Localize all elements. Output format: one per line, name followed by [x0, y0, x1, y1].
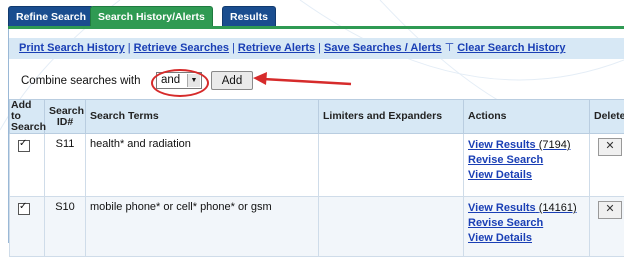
result-count: (14161)	[539, 202, 577, 214]
delete-button[interactable]: ✕	[598, 138, 622, 156]
table-row: S10 mobile phone* or cell* phone* or gsm…	[10, 197, 624, 257]
save-searches-alerts-link[interactable]: Save Searches / Alerts	[324, 42, 442, 54]
retrieve-searches-link[interactable]: Retrieve Searches	[134, 42, 229, 54]
delete-cell: ✕	[590, 197, 624, 257]
actions-cell: View Results (14161) Revise Search View …	[464, 197, 590, 257]
delete-cell: ✕	[590, 134, 624, 197]
search-history-table: Add to Search Search ID# Search Terms Li…	[9, 99, 624, 257]
limiters-expanders	[319, 197, 464, 257]
header-search-id: Search ID#	[45, 100, 86, 134]
search-terms: mobile phone* or cell* phone* or gsm	[86, 197, 319, 257]
link-separator: |	[125, 42, 134, 54]
view-results-link[interactable]: View Results (7194)	[468, 138, 585, 153]
annotation-circle	[151, 69, 209, 97]
combine-searches-label: Combine searches with	[21, 75, 141, 87]
add-to-search-cell	[10, 134, 45, 197]
revise-search-link[interactable]: Revise Search	[468, 153, 585, 168]
retrieve-alerts-link[interactable]: Retrieve Alerts	[238, 42, 315, 54]
add-to-search-checkbox[interactable]	[18, 203, 30, 215]
annotation-arrow-icon	[253, 71, 353, 95]
header-delete: Delete	[590, 100, 624, 134]
actions-cell: View Results (7194) Revise Search View D…	[464, 134, 590, 197]
tab-refine-search[interactable]: Refine Search	[8, 6, 94, 26]
link-separator: |	[229, 42, 238, 54]
search-history-panel: Print Search History|Retrieve Searches|R…	[8, 29, 624, 243]
header-actions: Actions	[464, 100, 590, 134]
header-add-to-search: Add to Search	[10, 100, 45, 134]
revise-search-link[interactable]: Revise Search	[468, 216, 585, 231]
view-details-link[interactable]: View Details	[468, 168, 585, 183]
search-id: S11	[45, 134, 86, 197]
table-row: S11 health* and radiation View Results (…	[10, 134, 624, 197]
search-id: S10	[45, 197, 86, 257]
view-results-label: View Results	[468, 139, 536, 151]
clear-search-history-link[interactable]: Clear Search History	[457, 42, 565, 54]
header-search-terms: Search Terms	[86, 100, 319, 134]
add-to-search-cell	[10, 197, 45, 257]
search-terms: health* and radiation	[86, 134, 319, 197]
tab-bar: Refine Search Search History/Alerts Resu…	[8, 6, 624, 28]
table-header-row: Add to Search Search ID# Search Terms Li…	[10, 100, 624, 134]
view-results-link[interactable]: View Results (14161)	[468, 201, 585, 216]
header-limiters-expanders: Limiters and Expanders	[319, 100, 464, 134]
view-details-link[interactable]: View Details	[468, 231, 585, 246]
link-separator: |	[315, 42, 324, 54]
delete-button[interactable]: ✕	[598, 201, 622, 219]
link-separator: ⊤	[442, 42, 458, 54]
result-count: (7194)	[539, 139, 571, 151]
view-results-label: View Results	[468, 202, 536, 214]
add-button[interactable]: Add	[211, 71, 253, 90]
print-search-history-link[interactable]: Print Search History	[19, 42, 125, 54]
limiters-expanders	[319, 134, 464, 197]
history-links-bar: Print Search History|Retrieve Searches|R…	[9, 38, 624, 59]
add-to-search-checkbox[interactable]	[18, 140, 30, 152]
tab-search-history-alerts[interactable]: Search History/Alerts	[90, 6, 213, 28]
tab-results[interactable]: Results	[222, 6, 276, 26]
